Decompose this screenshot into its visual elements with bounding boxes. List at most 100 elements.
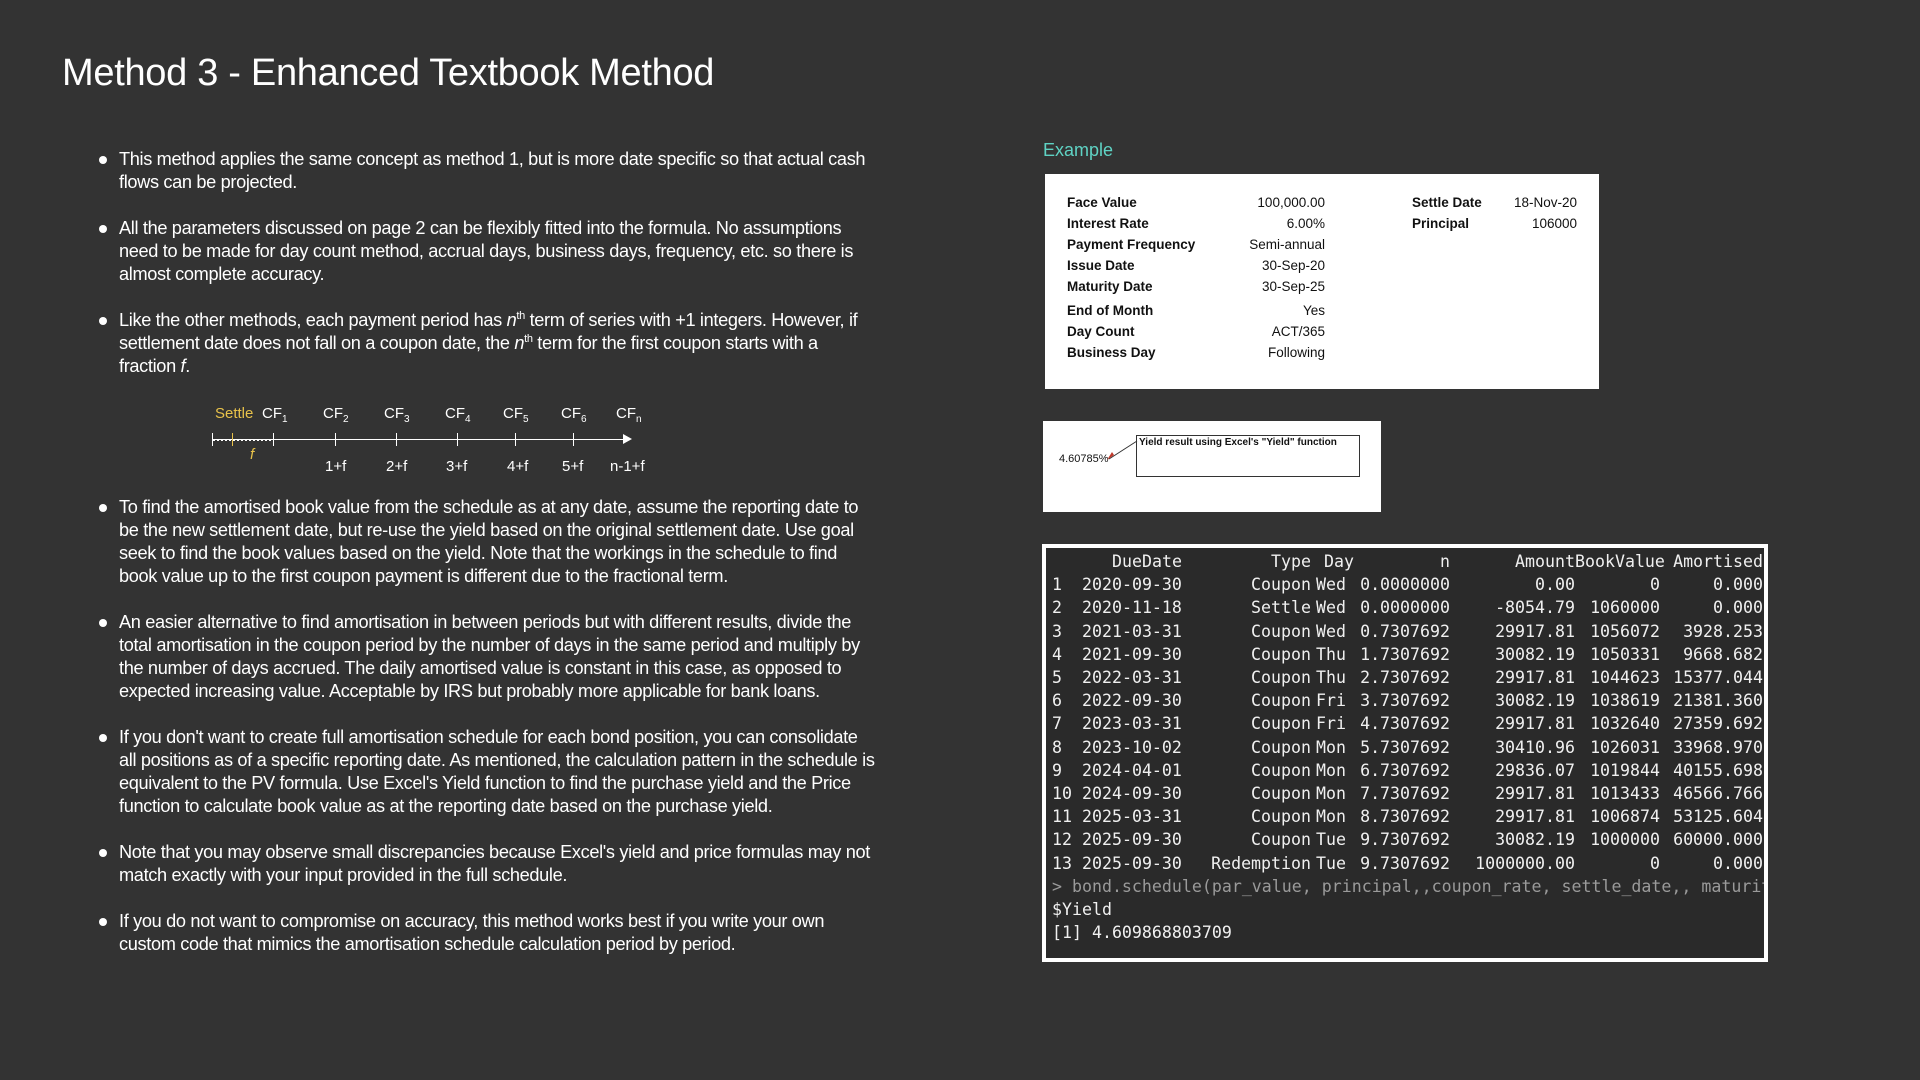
bullet-item: Like the other methods, each payment per… [97,309,877,378]
console-cell: 1038619 [1590,691,1660,711]
console-cell: 1032640 [1590,714,1660,734]
console-cell: Coupon [1251,668,1311,687]
console-cell: 6.7307692 [1360,760,1450,780]
example-heading: Example [1043,140,1114,160]
console-cell: Coupon [1251,737,1311,757]
console-cell: 21381.360 [1673,691,1763,711]
timeline-term-label: 4+f [507,458,529,475]
console-cell: 0 [1650,853,1660,873]
timeline-cf-label: CF5 [503,405,529,425]
console-cell: 29917.81 [1495,621,1575,641]
param-value: 100,000.00 [1257,195,1325,210]
console-cell: 9668.682 [1683,644,1763,664]
console-cell: -8054.79 [1495,598,1575,618]
console-cell: 1056072 [1590,621,1660,641]
param-label: Principal [1412,216,1470,231]
console-cell: 60000.000 [1673,830,1763,850]
console-cell: Coupon [1251,807,1311,827]
timeline-tick [273,433,274,446]
timeline-tick [396,433,397,446]
console-cell: Fri [1316,691,1346,711]
timeline-fraction-label: f [250,446,255,463]
console-cell: 9.7307692 [1360,830,1450,850]
param-value: Yes [1302,303,1325,318]
console-cell: 1000000 [1590,830,1660,850]
console-header-cell: n [1440,552,1450,571]
console-table-row: 4 2021-09-30 Coupon Thu 1.7307692 30082.19 105… [1052,643,1764,666]
timeline-cf-label: CF1 [262,405,288,425]
console-cell: 1013433 [1590,784,1660,803]
timeline-cf-label: CF4 [445,405,471,425]
bullet-item: An easier alternative to find amortisati… [97,611,877,703]
console-cell: 0 [1650,575,1660,595]
bullet-item: Note that you may observe small discrepa… [97,841,877,887]
console-cell: 1044623 [1590,668,1660,687]
bullet-item: If you don't want to create full amortis… [97,726,877,818]
console-cell: 2025-09-30 [1082,830,1182,850]
console-cell: 8 [1052,737,1062,757]
console-cell: Wed [1316,621,1346,641]
console-cell: 3928.253 [1683,621,1763,641]
console-cell: Coupon [1251,784,1311,803]
console-cell: Mon [1316,807,1346,827]
console-header-cell: BookValue [1575,552,1665,571]
console-cell: 13 [1052,853,1072,873]
bullet-item: All the parameters discussed on page 2 c… [97,217,877,286]
console-cell: Coupon [1251,830,1311,850]
console-cell: 2021-09-30 [1082,644,1182,664]
console-header-cell: Amortised [1673,552,1763,571]
timeline-tick-settle [232,433,233,446]
console-cell: 29917.81 [1495,668,1575,687]
console-cell: Redemption [1211,853,1311,873]
bullet-item: This method applies the same concept as … [97,148,877,194]
timeline-term-label: n-1+f [610,458,645,475]
excel-yield-result-panel: 4.60785% Yield result using Excel's "Yie… [1043,421,1381,512]
console-table-row: 13 2025-09-30 Redemption Tue 9.7307692 100000… [1052,852,1764,875]
param-label: Settle Date [1412,195,1482,210]
console-cell: 2024-09-30 [1082,784,1182,803]
console-table-row: 6 2022-09-30 Coupon Fri 3.7307692 30082.19 103… [1052,689,1764,712]
timeline-tick [212,433,213,446]
console-cell: 7 [1052,714,1062,734]
console-cell: 29836.07 [1495,760,1575,780]
console-cell: 5.7307692 [1360,737,1450,757]
console-cell: Coupon [1251,575,1311,595]
console-cell: 2022-03-31 [1082,668,1182,687]
console-cell: Coupon [1251,691,1311,711]
console-cell: 1006874 [1590,807,1660,827]
bullet-text: . [185,356,190,376]
console-cell: 9.7307692 [1360,853,1450,873]
timeline-term-label: 3+f [446,458,468,475]
param-value: ACT/365 [1271,324,1325,339]
param-value: 30-Sep-25 [1261,279,1325,294]
console-cell: Tue [1316,853,1346,873]
bullet-text: Like the other methods, each payment per… [119,310,507,330]
timeline-arrow-icon [623,434,632,444]
console-cell: 30082.19 [1495,691,1575,711]
console-table-row: 5 2022-03-31 Coupon Thu 2.7307692 29917.81 104… [1052,666,1764,689]
console-cell: 0.000 [1713,575,1763,595]
console-table-row: 2 2020-11-18 Settle Wed 0.0000000 -8054.79 106… [1052,596,1764,619]
bullet-superscript: th [516,309,525,322]
console-cell: 2021-03-31 [1082,621,1182,641]
console-cell: 15377.044 [1673,668,1763,687]
console-cell: 7.7307692 [1360,784,1450,803]
console-cell: 9 [1052,760,1062,780]
console-cell: 0.7307692 [1360,621,1450,641]
console-cell: 2023-10-02 [1082,737,1182,757]
timeline-cf-label: CFn [616,405,642,425]
console-cell: 2025-09-30 [1082,853,1182,873]
param-value: Semi-annual [1249,237,1325,252]
excel-yield-value: 4.60785% [1059,453,1109,465]
console-command-line: > bond.schedule(par_value, principal,,co… [1052,876,1764,896]
console-cell: Coupon [1251,644,1311,664]
console-cell: 6 [1052,691,1062,711]
bullet-list: This method applies the same concept as … [97,148,877,956]
bullet-italic-n: n [506,310,517,330]
console-cell: Tue [1316,830,1346,850]
param-label: Face Value [1067,195,1137,210]
param-value: 6.00% [1286,216,1325,231]
bullet-superscript: th [524,332,533,345]
console-cell: 12 [1052,830,1072,850]
console-cell: 4 [1052,644,1062,664]
